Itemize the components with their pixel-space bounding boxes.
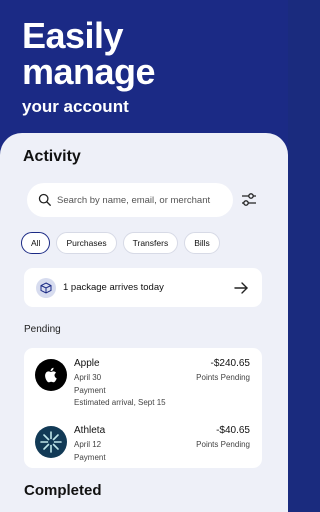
chip-purchases[interactable]: Purchases	[56, 232, 117, 254]
transaction-merchant: Apple	[74, 358, 100, 369]
filter-chips: All Purchases Transfers Bills	[21, 232, 220, 254]
package-notice-text: 1 package arrives today	[63, 282, 164, 293]
filter-sliders-icon[interactable]	[240, 191, 258, 209]
search-icon	[38, 193, 51, 206]
transaction-amount: -$240.65	[210, 358, 250, 369]
hero-banner: Easily manage your account	[0, 0, 288, 150]
transaction-type: Payment	[74, 453, 106, 462]
athleta-logo-icon	[35, 426, 67, 458]
hero-title-line1: Easily	[22, 15, 124, 56]
transaction-date: April 30	[74, 373, 102, 382]
transaction-status: Points Pending	[196, 373, 250, 382]
apple-logo-icon	[35, 359, 67, 391]
chip-bills[interactable]: Bills	[184, 232, 220, 254]
search-placeholder: Search by name, email, or merchant	[57, 194, 211, 206]
hero-title: Easily manage	[22, 15, 156, 92]
hero-title-line2: manage	[22, 51, 156, 92]
transaction-merchant: Athleta	[74, 425, 106, 436]
activity-sheet: Activity Search by name, email, or merch…	[0, 133, 288, 512]
transaction-row[interactable]: Apple April 30 Payment Estimated arrival…	[24, 348, 262, 414]
pending-section-label: Pending	[24, 324, 61, 335]
chip-transfers[interactable]: Transfers	[122, 232, 179, 254]
chip-all[interactable]: All	[21, 232, 51, 254]
pending-transactions-card: Apple April 30 Payment Estimated arrival…	[24, 348, 262, 468]
package-icon	[36, 277, 56, 298]
transaction-amount: -$40.65	[216, 425, 250, 436]
completed-section-title: Completed	[24, 482, 102, 499]
hero-subtitle: your account	[22, 97, 129, 116]
package-notice-card[interactable]: 1 package arrives today	[24, 268, 262, 307]
transaction-row[interactable]: Athleta April 12 Payment -$40.65 Points …	[24, 418, 262, 468]
transaction-note: Estimated arrival, Sept 15	[74, 398, 166, 407]
arrow-right-icon	[234, 282, 248, 294]
transaction-date: April 12	[74, 440, 102, 449]
transaction-status: Points Pending	[196, 440, 250, 449]
search-input[interactable]: Search by name, email, or merchant	[27, 183, 233, 217]
activity-title: Activity	[23, 148, 81, 165]
transaction-type: Payment	[74, 386, 106, 395]
